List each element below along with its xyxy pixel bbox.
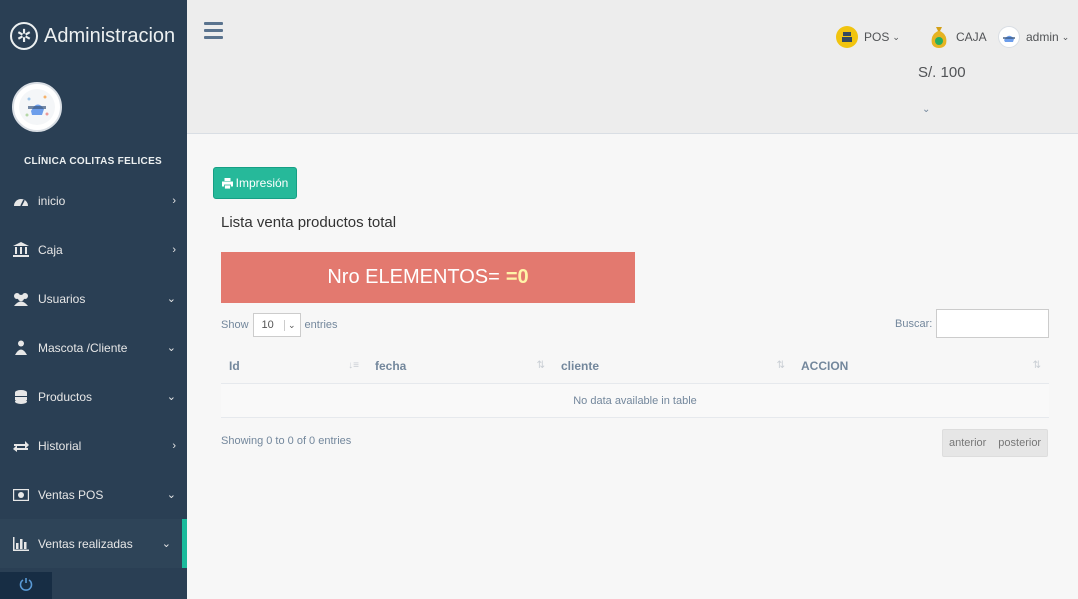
admin-label: admin xyxy=(1026,30,1059,44)
sidebar-item-usuarios[interactable]: Usuarios ⌄ xyxy=(0,274,187,323)
print-button[interactable]: Impresión xyxy=(213,167,297,199)
column-label: fecha xyxy=(375,358,407,373)
table-header: Id ↓≡ fecha ⇅ cliente ⇅ ACCION ⇅ xyxy=(221,348,1049,384)
power-icon xyxy=(19,577,33,594)
sidebar-item-ventas-pos[interactable]: Ventas POS ⌄ xyxy=(0,470,187,519)
search-label: Buscar: xyxy=(895,317,933,330)
print-button-label: Impresión xyxy=(235,176,289,190)
entries-value: 10 xyxy=(261,319,274,331)
page-length-control: Show 10 ⌄ entries xyxy=(221,313,338,337)
sidebar-item-productos[interactable]: Productos ⌄ xyxy=(0,372,187,421)
chevron-right-icon: › xyxy=(172,243,176,256)
chevron-down-icon: ⌄ xyxy=(166,342,176,354)
money-bag-icon xyxy=(928,26,950,48)
column-header-accion[interactable]: ACCION ⇅ xyxy=(793,348,1049,384)
sort-icon: ⇅ xyxy=(1032,360,1041,371)
sidebar-item-historial[interactable]: Historial › xyxy=(0,421,187,470)
sort-asc-icon: ↓≡ xyxy=(348,360,359,371)
previous-page-button[interactable]: anterior xyxy=(943,430,992,456)
caja-amount: S/. 100 xyxy=(918,64,966,81)
elements-counter: Nro ELEMENTOS= =0 xyxy=(221,252,635,303)
bar-chart-icon xyxy=(12,536,30,552)
gear-icon: ✲ xyxy=(10,22,38,50)
sidebar-item-label: Caja xyxy=(38,242,63,257)
pos-menu[interactable]: POS ⌄ xyxy=(836,26,900,48)
clinic-logo xyxy=(12,82,62,132)
chevron-down-icon: ⌄ xyxy=(166,293,176,305)
bank-icon xyxy=(12,242,30,258)
pos-label: POS xyxy=(864,30,890,44)
avatar xyxy=(998,26,1020,48)
sidebar-item-caja[interactable]: Caja › xyxy=(0,225,187,274)
caja-label: CAJA xyxy=(956,30,987,44)
column-header-fecha[interactable]: fecha ⇅ xyxy=(367,348,553,384)
sidebar: ✲ Administracion CLÍNICA COLITAS FELICES… xyxy=(0,0,187,599)
sidebar-item-label: Historial xyxy=(38,438,82,453)
sidebar-item-inicio[interactable]: inicio › xyxy=(0,176,187,225)
chevron-down-icon: ⌄ xyxy=(1061,31,1070,42)
caja-menu[interactable]: CAJA xyxy=(928,26,987,48)
column-label: cliente xyxy=(561,358,600,373)
sidebar-item-label: Usuarios xyxy=(38,291,86,306)
sidebar-item-label: Ventas POS xyxy=(38,487,104,502)
money-icon xyxy=(12,487,30,503)
column-header-cliente[interactable]: cliente ⇅ xyxy=(553,348,793,384)
chevron-down-icon: ⌄ xyxy=(161,538,171,550)
print-icon xyxy=(221,177,233,189)
sidebar-item-mascota-cliente[interactable]: Mascota /Cliente ⌄ xyxy=(0,323,187,372)
sales-table: Id ↓≡ fecha ⇅ cliente ⇅ ACCION ⇅ No data… xyxy=(221,348,1049,418)
column-label: ACCION xyxy=(801,358,849,373)
column-header-id[interactable]: Id ↓≡ xyxy=(221,348,367,384)
chevron-down-icon: ⌄ xyxy=(166,391,176,403)
sort-icon: ⇅ xyxy=(776,360,785,371)
brand[interactable]: ✲ Administracion xyxy=(10,22,175,50)
column-label: Id xyxy=(229,358,240,373)
sidebar-item-label: inicio xyxy=(38,193,66,208)
counter-label: Nro ELEMENTOS= xyxy=(327,266,500,288)
page-title: Lista venta productos total xyxy=(221,214,397,231)
counter-value: =0 xyxy=(505,266,529,288)
main-content: Impresión Lista venta productos total Nr… xyxy=(187,134,1078,599)
database-icon xyxy=(12,389,30,405)
entries-label: entries xyxy=(304,319,338,331)
pet-owner-icon xyxy=(12,340,30,356)
entries-select[interactable]: 10 ⌄ xyxy=(252,313,301,337)
table-row: No data available in table xyxy=(221,384,1049,418)
search-control: Buscar: xyxy=(895,309,1050,338)
empty-table-message: No data available in table xyxy=(573,394,697,407)
sidebar-item-label: Mascota /Cliente xyxy=(38,340,128,355)
cash-register-icon xyxy=(836,26,858,48)
sidebar-item-label: Productos xyxy=(38,389,93,404)
chevron-down-icon: ⌄ xyxy=(892,31,900,42)
exchange-icon xyxy=(12,438,30,454)
users-icon xyxy=(12,291,30,307)
sidebar-item-label: Ventas realizadas xyxy=(38,536,133,551)
menu-toggle-button[interactable] xyxy=(204,22,223,43)
show-label: Show xyxy=(221,319,249,331)
user-menu[interactable]: admin ⌄ xyxy=(998,26,1069,48)
sort-icon: ⇅ xyxy=(536,360,545,371)
logout-button[interactable] xyxy=(0,572,52,599)
chevron-down-icon: ⌄ xyxy=(283,319,296,331)
dashboard-icon xyxy=(12,193,30,209)
chevron-right-icon: › xyxy=(172,439,176,452)
chevron-right-icon: › xyxy=(172,194,176,207)
chevron-down-icon[interactable]: ⌄ xyxy=(922,104,930,115)
sidebar-item-ventas-realizadas[interactable]: Ventas realizadas ⌄ xyxy=(0,519,187,568)
top-navbar: POS ⌄ CAJA S/. 100 ⌄ admin ⌄ xyxy=(187,0,1078,134)
clinic-name: CLÍNICA COLITAS FELICES xyxy=(24,156,163,167)
next-page-button[interactable]: posterior xyxy=(992,430,1047,456)
table-info: Showing 0 to 0 of 0 entries xyxy=(221,435,352,447)
chevron-down-icon: ⌄ xyxy=(166,489,176,501)
brand-title: Administracion xyxy=(44,24,176,47)
pagination: anterior posterior xyxy=(942,429,1049,457)
search-input[interactable] xyxy=(936,309,1050,338)
sidebar-menu: inicio › Caja › Usuarios ⌄ Mascota /Clie… xyxy=(0,176,187,568)
